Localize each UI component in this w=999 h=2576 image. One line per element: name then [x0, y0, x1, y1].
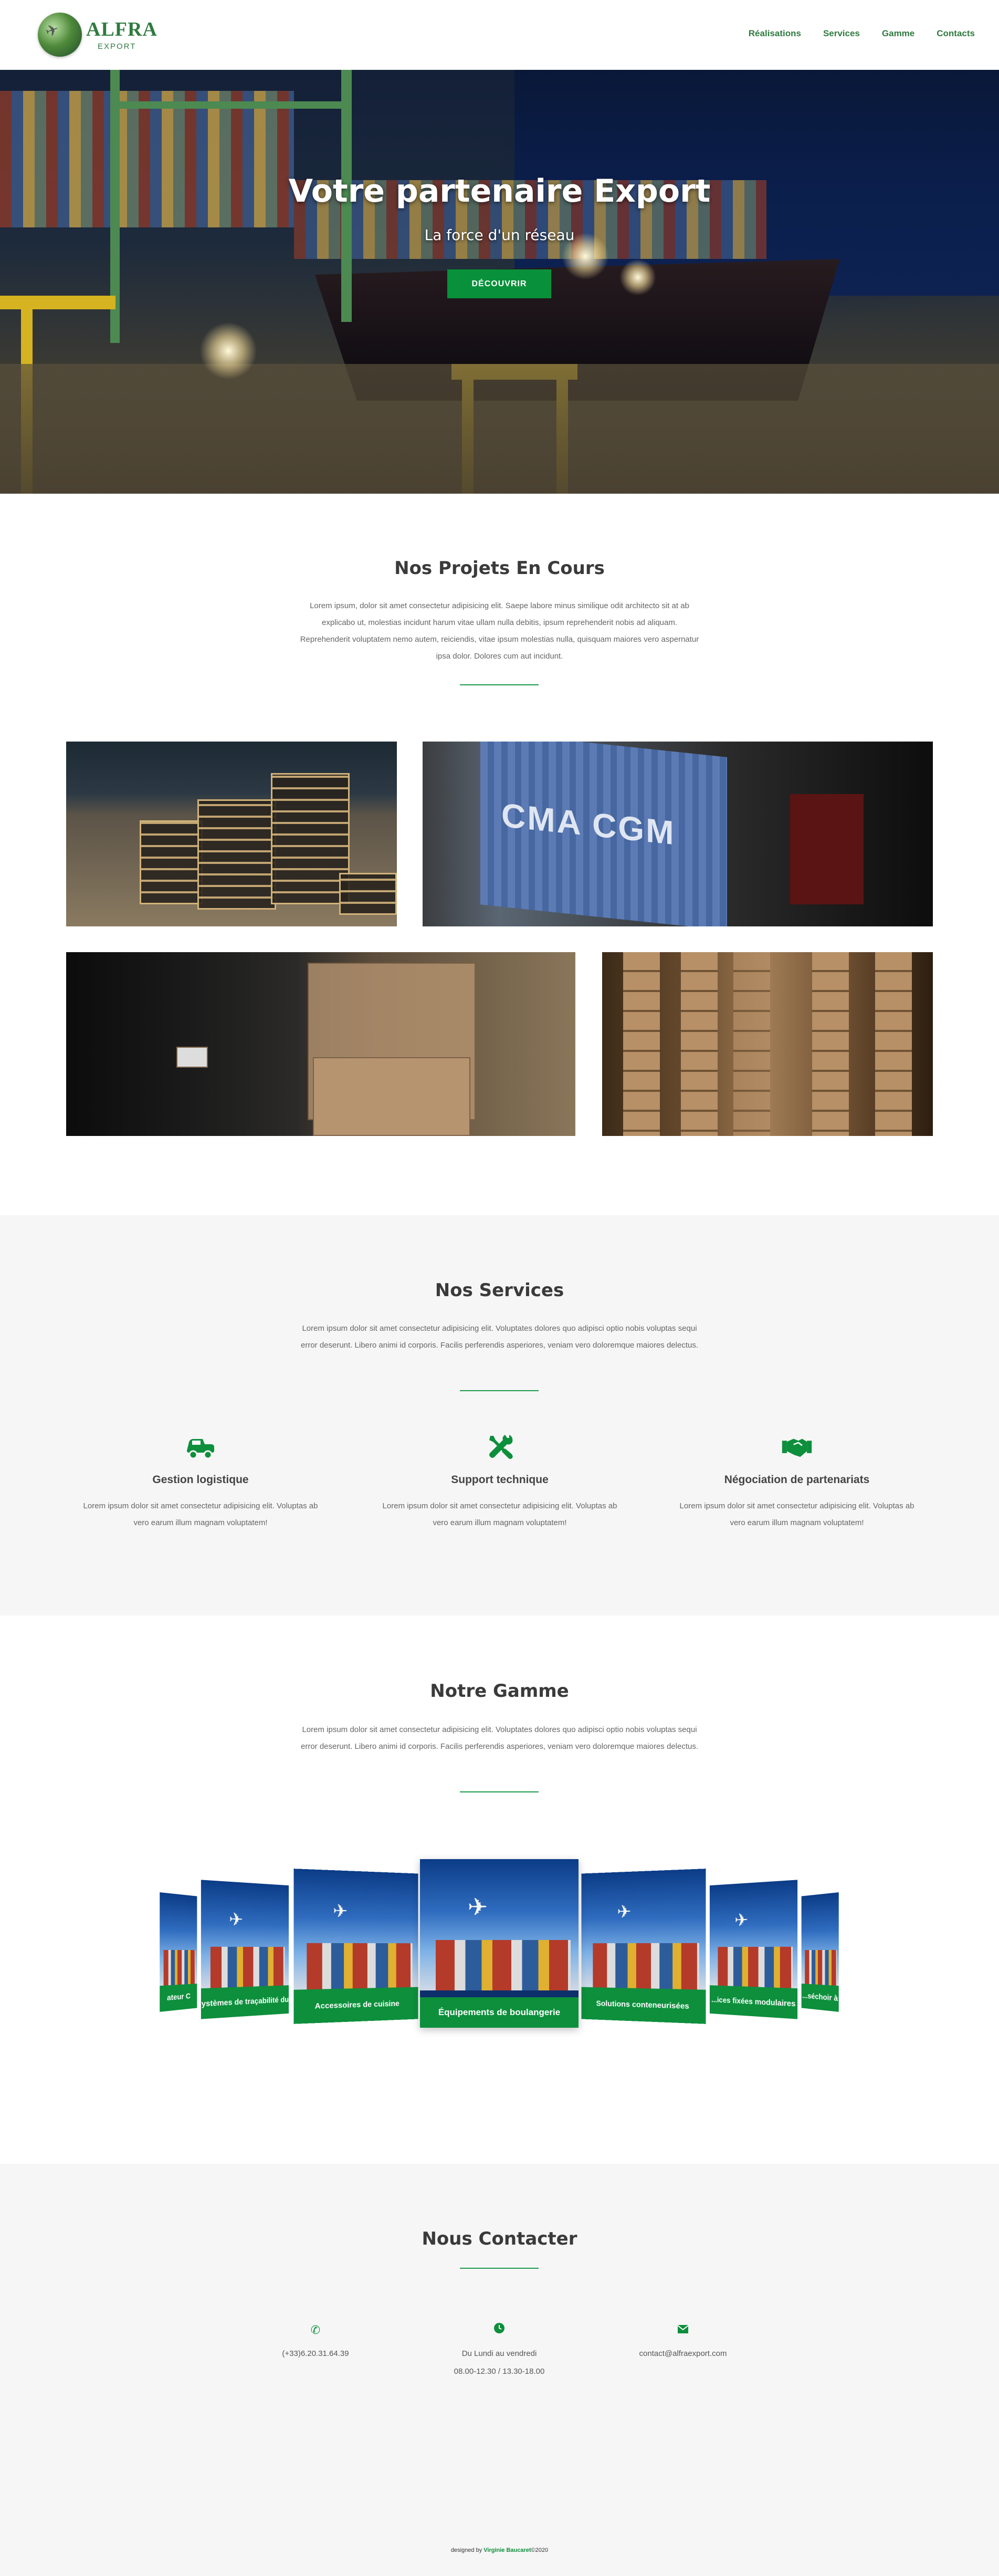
footer: designed by Virginie Baucaret©2020 — [0, 2547, 999, 2553]
shelf — [733, 952, 770, 1136]
logo-subtitle: EXPORT — [98, 42, 136, 51]
service-text-partnerships: Lorem ipsum dolor sit amet consectetur a… — [679, 1501, 914, 1527]
nav-item-contacts[interactable]: Contacts — [937, 28, 975, 39]
site-header: ✈ ALFRA EXPORT Réalisations Services Gam… — [0, 0, 999, 70]
gamme-card[interactable]: ✈ Accessoires de cuisine — [293, 1869, 418, 2024]
footer-prefix: designed by — [450, 2547, 482, 2553]
service-title-logistics: Gestion logistique — [152, 1474, 249, 1486]
gamme-card-active[interactable]: ✈ Équipements de boulangerie — [420, 1859, 579, 2028]
shelf — [875, 952, 912, 1136]
contact-title: Nous Contacter — [422, 2228, 577, 2249]
project-photo-boxes[interactable] — [66, 952, 575, 1136]
services-title: Nos Services — [435, 1280, 564, 1301]
shelf — [812, 952, 849, 1136]
contact-phone[interactable]: (+33)6.20.31.64.39 — [221, 2345, 410, 2363]
gamme-card[interactable]: ateur C — [160, 1892, 197, 2012]
service-text-support: Lorem ipsum dolor sit amet consectetur a… — [382, 1501, 617, 1527]
hero-crane — [0, 296, 115, 309]
main-nav: Réalisations Services Gamme Contacts — [727, 28, 975, 39]
gamme-card[interactable]: ✈ ...ices fixées modulaires — [709, 1880, 798, 2019]
services-divider — [460, 1390, 539, 1391]
hero-crane — [110, 101, 352, 109]
label — [176, 1047, 208, 1068]
services-section — [0, 1215, 999, 1615]
clock-icon — [491, 2322, 507, 2338]
crate — [197, 799, 276, 910]
cardboard-box — [313, 1057, 470, 1136]
project-photo-crates[interactable] — [66, 742, 397, 926]
truck-icon — [187, 1439, 214, 1459]
gamme-card[interactable]: ...séchoir à — [801, 1892, 839, 2012]
contact-email[interactable]: contact@alfraexport.com — [588, 2345, 777, 2363]
services-text: Lorem ipsum dolor sit amet consectetur a… — [300, 1324, 698, 1350]
projects-title: Nos Projets En Cours — [394, 558, 605, 579]
nav-item-services[interactable]: Services — [823, 28, 860, 39]
logo-title: ALFRA — [86, 18, 157, 40]
footer-credit-link[interactable]: Virginie Baucaret — [483, 2547, 531, 2553]
contact-hours-days: Du Lundi au vendredi — [461, 2349, 537, 2358]
gamme-title: Notre Gamme — [430, 1681, 569, 1702]
hero-title: Votre partenaire Export — [288, 173, 711, 210]
gamme-card[interactable]: ✈ Solutions conteneurisées — [581, 1869, 706, 2024]
footer-year: ©2020 — [531, 2547, 549, 2553]
service-title-support: Support technique — [451, 1474, 549, 1486]
shelf — [681, 952, 718, 1136]
gamme-divider — [460, 1791, 539, 1792]
nav-item-realisations[interactable]: Réalisations — [749, 28, 801, 39]
handshake-icon — [782, 1438, 812, 1457]
nav-item-gamme[interactable]: Gamme — [882, 28, 914, 39]
hero-light — [199, 322, 257, 380]
project-photo-container[interactable]: CMA CGM — [423, 742, 933, 926]
hero-banner: Votre partenaire Export La force d'un ré… — [0, 70, 999, 494]
project-photo-warehouse[interactable] — [602, 952, 933, 1136]
gamme-card[interactable]: ✈ Systèmes de traçabilité du t — [201, 1880, 289, 2019]
contact-divider — [460, 2268, 539, 2269]
service-text-logistics: Lorem ipsum dolor sit amet consectetur a… — [83, 1501, 318, 1527]
projects-divider — [460, 684, 539, 685]
phone-icon: ✆ — [310, 2323, 321, 2337]
contact-hours-times: 08.00-12.30 / 13.30-18.00 — [454, 2367, 545, 2376]
hero-dock — [0, 364, 999, 494]
red-door — [790, 794, 864, 904]
projects-text: Lorem ipsum, dolor sit amet consectetur … — [300, 601, 699, 661]
crate — [140, 820, 203, 904]
tools-icon — [489, 1435, 513, 1459]
discover-button[interactable]: DÉCOUVRIR — [447, 269, 551, 298]
shelf — [623, 952, 660, 1136]
crate — [339, 873, 397, 915]
service-title-partnerships: Négociation de partenariats — [724, 1474, 870, 1486]
hero-light — [619, 259, 656, 296]
hero-subtitle: La force d'un réseau — [424, 226, 575, 244]
envelope-icon — [675, 2322, 691, 2338]
gamme-text: Lorem ipsum dolor sit amet consectetur a… — [300, 1725, 698, 1751]
logo[interactable]: ✈ ALFRA EXPORT — [38, 12, 157, 59]
crate — [271, 773, 350, 904]
